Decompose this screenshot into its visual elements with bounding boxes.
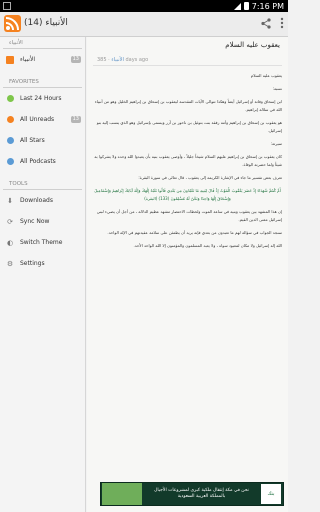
article-paragraph: سنجد الجواب في سؤاله لهم ما تعبدون من بع… bbox=[107, 230, 282, 235]
theme-icon: ◐ bbox=[6, 238, 14, 247]
meta-feed-link[interactable]: الأنبياء bbox=[111, 57, 124, 63]
sidebar-item-label: Downloads bbox=[20, 197, 53, 204]
feed-icon bbox=[6, 55, 14, 64]
action-bar: الأنبياء (14) bbox=[0, 12, 288, 37]
feed-title: الأنبياء (14) bbox=[24, 18, 68, 28]
navigation-drawer: الأنبياء الأنبياء 13 FAVORITES Last 24 H… bbox=[0, 37, 86, 512]
sidebar-item-label: الأنبياء bbox=[20, 56, 36, 63]
ad-banner[interactable]: نحن في مكة إنتقال ملكية كبرى لمشروعات ال… bbox=[100, 482, 284, 506]
sidebar-item-label: All Podcasts bbox=[20, 158, 56, 165]
article-body: يعقوب عليه السلام نسبه: ابن إسحاق وفاتة أو… bbox=[93, 72, 282, 255]
article-paragraph: سيرته: bbox=[270, 141, 282, 146]
meta-count: 385 bbox=[97, 57, 107, 63]
sidebar-item-label: Sync Now bbox=[20, 218, 50, 225]
quran-verse: أَمْ كُنتُمْ شُهَدَاءَ إِذْ حَضَرَ يَعْق… bbox=[94, 188, 281, 201]
unread-icon bbox=[6, 116, 14, 124]
sidebar-item-label: All Stars bbox=[20, 137, 45, 144]
ad-text: نحن في مكة إنتقال ملكية كبرى لمشروعات ال… bbox=[154, 488, 249, 499]
sidebar-item-label: All Unreads bbox=[20, 116, 55, 123]
sidebar-item-all-stars[interactable]: All Stars bbox=[0, 130, 85, 151]
clock-icon bbox=[6, 95, 14, 103]
ad-logo: بنك bbox=[261, 484, 281, 504]
sidebar-item-all-unreads[interactable]: All Unreads 13 bbox=[0, 109, 85, 130]
article-paragraph: يعقوب عليه السلام bbox=[250, 73, 282, 78]
article-paragraph: الله إله إسرائيل ولا مكان لمعبود سواه ، … bbox=[133, 243, 282, 248]
star-icon bbox=[6, 137, 14, 145]
article-title: يعقوب عليه السلام bbox=[225, 41, 280, 49]
sidebar-item-all-podcasts[interactable]: All Podcasts bbox=[0, 151, 85, 172]
status-bar: 7:16 PM bbox=[0, 0, 288, 12]
sidebar-item-label: Last 24 Hours bbox=[20, 95, 62, 102]
article-paragraph: هو يعقوب بن إسحاق بن إبراهيم وأمه رفقة ب… bbox=[96, 120, 282, 133]
article-paragraph: نسبه: bbox=[272, 86, 282, 91]
sidebar-item-label: Settings bbox=[20, 260, 45, 267]
article-pane: يعقوب عليه السلام 385 · الأنبياء days ag… bbox=[87, 37, 288, 512]
sidebar-item-downloads[interactable]: ⬇ Downloads bbox=[0, 190, 85, 211]
article-paragraph: كان يعقوب بن إسحاق بن إبراهيم عليهم السل… bbox=[94, 154, 282, 167]
battery-icon bbox=[243, 2, 249, 10]
sidebar-item-sync-now[interactable]: ⟳ Sync Now bbox=[0, 211, 85, 232]
meta-time: days ago bbox=[125, 57, 149, 63]
section-label-favorites: FAVORITES bbox=[3, 76, 82, 88]
section-label-feeds: الأنبياء bbox=[3, 37, 82, 49]
status-time: 7:16 PM bbox=[251, 1, 284, 11]
article-paragraph: تعرف بعض تفسير ما جاء في الإشارة الكريمة… bbox=[138, 175, 282, 180]
unread-count-badge: 13 bbox=[70, 116, 81, 123]
article-paragraph: إن هذا المشهد بين يعقوب وبنيه في ساعة ال… bbox=[96, 209, 282, 222]
action-bar-icons bbox=[261, 17, 284, 33]
article-paragraph: ابن إسحاق وفاتة أو إسرائيل أيضاً وهكذا ت… bbox=[94, 99, 282, 112]
sidebar-item-last-24-hours[interactable]: Last 24 Hours bbox=[0, 88, 85, 109]
sync-icon: ⟳ bbox=[7, 217, 13, 226]
podcast-icon bbox=[6, 158, 14, 166]
sidebar-item-label: Switch Theme bbox=[20, 239, 63, 246]
sidebar-item-switch-theme[interactable]: ◐ Switch Theme bbox=[0, 232, 85, 253]
signal-icon bbox=[233, 2, 241, 10]
article-meta: 385 · الأنبياء days ago bbox=[97, 57, 149, 63]
sidebar-item-feed[interactable]: الأنبياء 13 bbox=[0, 49, 85, 70]
section-label-tools: TOOLS bbox=[3, 178, 82, 190]
notification-icon bbox=[3, 2, 11, 10]
overflow-menu-icon[interactable] bbox=[280, 17, 284, 33]
unread-count-badge: 13 bbox=[70, 56, 81, 63]
rss-app-logo[interactable] bbox=[4, 15, 21, 32]
ad-image bbox=[102, 483, 142, 505]
settings-icon: ⚙ bbox=[6, 259, 14, 268]
divider bbox=[93, 65, 282, 66]
sidebar-item-settings[interactable]: ⚙ Settings bbox=[0, 253, 85, 274]
download-icon: ⬇ bbox=[7, 196, 13, 205]
share-icon[interactable] bbox=[261, 17, 271, 33]
